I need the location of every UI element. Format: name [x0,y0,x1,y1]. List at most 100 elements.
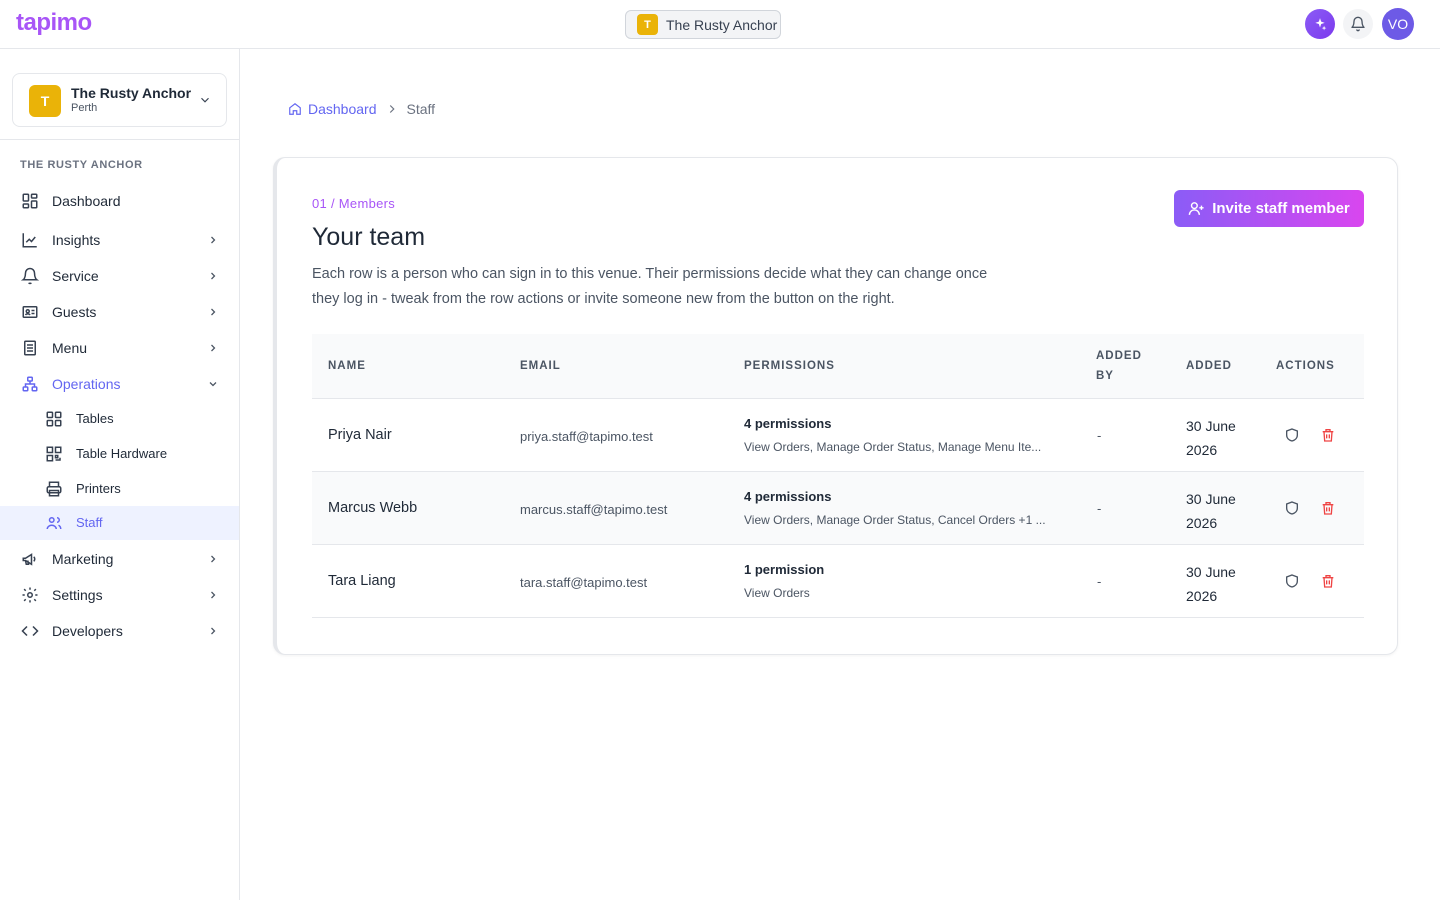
sidebar-item-label: Developers [52,623,123,639]
notifications-button[interactable] [1343,9,1373,39]
top-bar: tapimo T The Rusty Anchor VO [0,0,1440,49]
permission-count: 1 permission [744,562,825,577]
sidebar-item-label: Insights [52,232,101,248]
printer-icon [46,481,62,497]
col-header-permissions[interactable]: PERMISSIONS [744,360,835,372]
sidebar-item-label: Guests [52,304,97,320]
shield-icon[interactable] [1284,427,1300,443]
gear-icon [22,587,38,603]
permission-list: View Orders, Manage Order Status, Cancel… [744,513,1046,527]
page-title: Your team [312,223,426,251]
added-date: 30 June 2026 [1186,418,1236,458]
sidebar-item-dashboard[interactable]: Dashboard [0,183,239,219]
col-header-email[interactable]: EMAIL [520,360,561,372]
staff-name: Priya Nair [328,427,392,443]
invite-staff-button[interactable]: Invite staff member [1174,190,1364,227]
table-header: NAME EMAIL PERMISSIONS ADDED BY ADDED AC… [312,334,1364,399]
sidebar-item-guests[interactable]: Guests [0,294,239,330]
permission-count: 4 permissions [744,489,832,504]
chevron-right-icon [211,236,216,244]
user-plus-icon [1188,202,1204,215]
breadcrumb: Dashboard Staff [288,101,435,117]
table-row[interactable]: Priya Nair priya.staff@tapimo.test 4 per… [312,399,1364,472]
megaphone-icon [22,553,36,566]
sidebar-subitem-label: Tables [76,411,114,426]
added-date: 30 June 2026 [1186,564,1236,604]
sidebar-item-developers[interactable]: Developers [0,613,239,649]
trash-icon[interactable] [1320,427,1336,443]
sidebar-item-settings[interactable]: Settings [0,577,239,613]
added-by: - [1097,501,1102,516]
section-eyebrow: 01 / Members [312,196,396,211]
col-header-name[interactable]: NAME [328,360,366,372]
bell-icon [1351,16,1365,32]
shield-icon[interactable] [1284,573,1300,589]
home-icon [289,103,301,115]
tables-grid-icon [46,411,62,427]
venue-switcher-pill[interactable]: T The Rusty Anchor [625,10,781,39]
id-card-icon [22,306,38,318]
chevron-right-icon [389,105,395,113]
chart-line-icon [22,233,37,248]
sidebar-subitem-label: Staff [76,515,103,530]
chevron-down-icon [209,382,217,387]
sidebar-item-service[interactable]: Service [0,258,239,294]
qr-code-icon [46,446,62,462]
sidebar-item-label: Operations [52,376,121,392]
sidebar-item-label: Marketing [52,551,114,567]
sidebar-item-insights[interactable]: Insights [0,222,239,258]
sidebar-subitem-label: Printers [76,481,121,496]
card-description: Each row is a person who can sign in to … [312,266,988,307]
col-header-added-by-line2[interactable]: BY [1096,370,1114,382]
permission-list: View Orders [744,586,810,600]
chevron-right-icon [211,627,216,635]
tapimo-logo[interactable]: tapimo [16,9,92,37]
shield-icon[interactable] [1284,500,1300,516]
col-header-added-by-line1[interactable]: ADDED [1096,350,1142,362]
sidebar-subitem-staff[interactable]: Staff [0,506,239,540]
breadcrumb-home-label: Dashboard [308,101,377,117]
sidebar-item-marketing[interactable]: Marketing [0,541,239,577]
venue-avatar: T [29,85,61,117]
venue-badge: T [637,14,658,35]
user-avatar[interactable]: VO [1382,8,1414,40]
menu-document-icon [24,340,36,356]
venue-pill-name: The Rusty Anchor [666,16,778,33]
sidebar: T The Rusty Anchor Perth THE RUSTY ANCHO… [0,49,240,900]
sidebar-subitem-label: Table Hardware [76,446,168,461]
table-row[interactable]: Tara Liang tara.staff@tapimo.test 1 perm… [312,545,1364,618]
sidebar-subitem-table-hardware[interactable]: Table Hardware [0,437,239,471]
venue-name: The Rusty Anchor [71,85,192,101]
venue-city: Perth [71,102,98,114]
chevron-right-icon [211,272,216,280]
staff-name: Tara Liang [328,573,396,589]
trash-icon[interactable] [1320,500,1336,516]
table-row[interactable]: Marcus Webb marcus.staff@tapimo.test 4 p… [312,472,1364,545]
breadcrumb-home-link[interactable]: Dashboard [288,101,377,117]
sidebar-item-menu[interactable]: Menu [0,330,239,366]
sidebar-item-label: Menu [52,340,88,356]
chevron-down-icon [201,97,209,103]
chevron-right-icon [211,308,216,316]
sidebar-item-label: Settings [52,587,103,603]
sidebar-item-operations[interactable]: Operations [0,366,239,402]
sidebar-subitem-tables[interactable]: Tables [0,402,239,436]
added-date: 30 June 2026 [1186,491,1236,531]
venue-selector[interactable]: T The Rusty Anchor Perth [12,73,227,127]
ai-assistant-button[interactable] [1305,9,1335,39]
chevron-right-icon [211,555,216,563]
col-header-added[interactable]: ADDED [1186,360,1232,372]
trash-icon[interactable] [1320,573,1336,589]
breadcrumb-current: Staff [406,101,436,117]
invite-staff-label: Invite staff member [1212,200,1350,217]
team-card: 01 / Members Your team Each row is a per… [273,157,1398,655]
sparkles-icon [1315,18,1327,31]
sidebar-item-label: Dashboard [52,193,121,209]
sidebar-item-label: Service [52,268,99,284]
chevron-right-icon [211,344,216,352]
sidebar-subitem-printers[interactable]: Printers [0,472,239,506]
bell-icon [21,267,39,285]
sidebar-divider [0,139,239,140]
added-by: - [1097,574,1102,589]
staff-email: tara.staff@tapimo.test [520,575,648,590]
